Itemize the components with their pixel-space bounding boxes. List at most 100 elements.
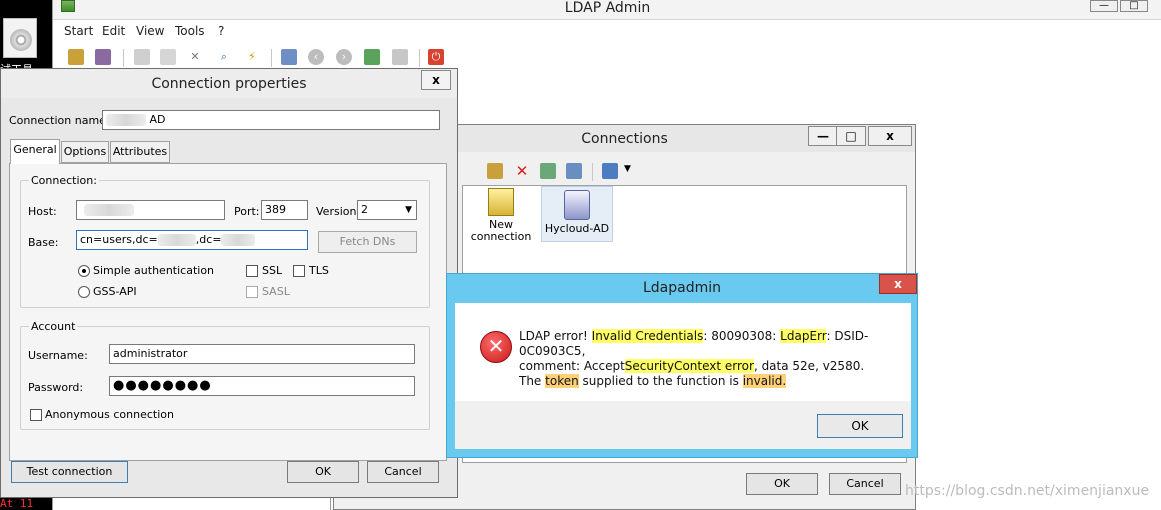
error-icon: ✕ [480, 331, 512, 363]
error-dialog: Ldapadmin x ✕ LDAP error! Invalid Creden… [446, 273, 918, 458]
password-label: Password: [28, 381, 84, 394]
lightning-icon[interactable]: ⚡ [244, 49, 260, 65]
test-connection-button[interactable]: Test connection [11, 461, 128, 483]
error-text: , data 52e, v2580. [753, 359, 865, 373]
error-text: : 80090308: [703, 329, 781, 343]
main-toolbar: ✕ ⌕ ⚡ ‹ › ⏻ [53, 44, 1161, 70]
connections-cancel-button[interactable]: Cancel [829, 473, 901, 495]
desktop-bottom-text: At 11 [0, 497, 34, 510]
connections-maximize-button[interactable]: □ [836, 126, 866, 146]
anonymous-checkbox[interactable] [30, 409, 42, 421]
server-icon [564, 190, 590, 220]
error-close-button[interactable]: x [879, 274, 917, 294]
new-connection-item[interactable]: New connection [465, 188, 537, 244]
error-text: supplied to the function is [578, 374, 743, 388]
toolbar-separator [592, 163, 593, 181]
host-label: Host: [28, 205, 57, 218]
edit-icon[interactable] [134, 49, 150, 65]
chevron-down-icon[interactable]: ▼ [624, 164, 631, 174]
save-icon[interactable] [160, 49, 176, 65]
book-icon[interactable] [281, 49, 297, 65]
forward-icon[interactable]: › [336, 49, 352, 65]
simple-auth-radio[interactable] [78, 265, 90, 277]
tree-icon[interactable] [392, 49, 408, 65]
username-label: Username: [28, 349, 88, 362]
username-input[interactable]: administrator [109, 344, 415, 364]
refresh-icon[interactable] [364, 49, 380, 65]
tab-attributes[interactable]: Attributes [110, 141, 170, 163]
ssl-label: SSL [262, 264, 283, 277]
tls-label: TLS [309, 264, 329, 277]
disc-tool-icon[interactable] [3, 18, 37, 58]
error-dialog-title: Ldapadmin [642, 280, 722, 296]
error-text-highlight: Invalid Credentials [591, 329, 704, 343]
tab-general[interactable]: General [10, 139, 60, 164]
connection-name-value: AD [149, 113, 166, 126]
main-minimize-button[interactable]: — [1090, 0, 1118, 12]
props-title-bar: Connection properties x [1, 69, 457, 98]
password-input[interactable]: ●●●●●●●● [109, 376, 415, 396]
exit-icon[interactable]: ⏻ [428, 49, 444, 65]
gss-api-radio[interactable] [78, 286, 90, 298]
error-text: comment: Accept [519, 359, 625, 373]
new-connection-icon [488, 188, 514, 216]
export-icon[interactable] [566, 163, 582, 179]
tls-checkbox[interactable] [293, 265, 305, 277]
watermark: https://blog.csdn.net/ximenjianxue [905, 483, 1150, 499]
delete-connection-icon[interactable]: ✕ [514, 163, 530, 179]
anonymous-label: Anonymous connection [45, 408, 174, 421]
props-title: Connection properties [151, 76, 307, 92]
toolbar-separator [271, 49, 272, 67]
base-value-part1: cn=users,dc= [80, 233, 158, 246]
simple-auth-label: Simple authentication [93, 264, 215, 277]
error-text-highlight: invalid. [742, 374, 787, 388]
version-label: Version: [316, 205, 361, 218]
redacted-text [221, 234, 256, 246]
error-text: LDAP error! [519, 329, 592, 343]
view-mode-icon[interactable] [602, 163, 618, 179]
toolbar-separator [419, 49, 420, 67]
hycloud-ad-label: Hycloud-AD [544, 222, 610, 235]
main-maximize-button[interactable]: □ [1120, 0, 1148, 12]
general-tab-page: Connection: Host: Port: 389 Version: 2 ▼… [9, 163, 447, 461]
back-icon[interactable]: ‹ [308, 49, 324, 65]
error-text-highlight: SecurityContext error [624, 359, 754, 373]
connections-minimize-button[interactable]: — [808, 126, 838, 146]
fetch-dns-button[interactable]: Fetch DNs [318, 231, 417, 253]
connect-icon[interactable] [68, 49, 84, 65]
menu-start[interactable]: Start [64, 24, 93, 38]
menu-help[interactable]: ? [218, 24, 224, 38]
new-connection-label-2: connection [470, 230, 532, 243]
menu-edit[interactable]: Edit [102, 24, 125, 38]
import-icon[interactable] [540, 163, 556, 179]
menu-view[interactable]: View [136, 24, 164, 38]
error-text-highlight: token [545, 374, 579, 388]
delete-icon[interactable]: ✕ [187, 49, 203, 65]
redacted-text [157, 234, 196, 246]
port-label: Port: [234, 205, 260, 218]
new-connection-tool-icon[interactable] [487, 163, 503, 179]
props-ok-button[interactable]: OK [287, 461, 359, 483]
version-select[interactable]: 2 ▼ [357, 200, 417, 220]
hycloud-ad-item[interactable]: Hycloud-AD [541, 186, 613, 242]
props-close-button[interactable]: x [421, 70, 451, 90]
ssl-checkbox[interactable] [246, 265, 258, 277]
redacted-text [106, 114, 146, 126]
connections-ok-button[interactable]: OK [746, 473, 818, 495]
base-input[interactable]: cn=users,dc= ,dc= [76, 230, 308, 250]
host-input[interactable] [76, 200, 225, 220]
error-dialog-footer: OK [455, 401, 911, 449]
port-input[interactable]: 389 [261, 200, 308, 220]
redacted-text [84, 204, 134, 216]
connections-close-button[interactable]: x [868, 126, 912, 146]
search-icon[interactable]: ⌕ [216, 49, 232, 65]
error-ok-button[interactable]: OK [817, 414, 903, 438]
main-title-bar: LDAP Admin — □ [53, 0, 1161, 20]
props-cancel-button[interactable]: Cancel [367, 461, 439, 483]
disconnect-icon[interactable] [95, 49, 111, 65]
main-window-title: LDAP Admin [564, 0, 651, 16]
tab-options[interactable]: Options [61, 141, 109, 163]
sasl-checkbox[interactable] [246, 286, 258, 298]
connection-name-input[interactable]: AD [102, 110, 440, 130]
menu-tools[interactable]: Tools [175, 24, 205, 38]
